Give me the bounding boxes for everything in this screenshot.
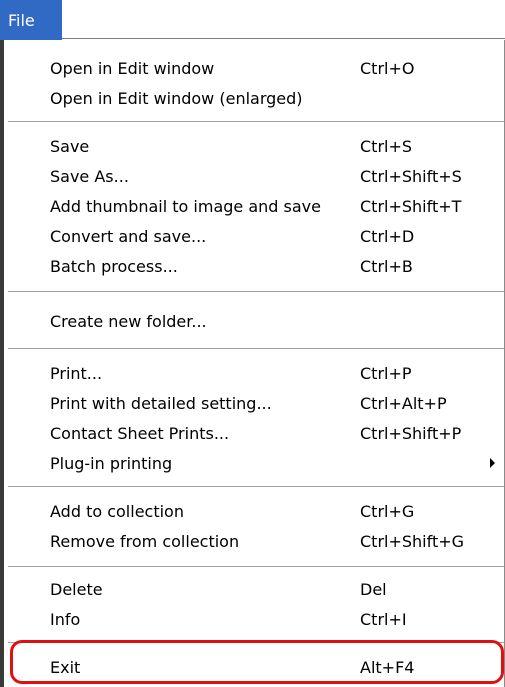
- menu-item-label: Add to collection: [50, 501, 184, 521]
- menu-item-create-new-folder[interactable]: Create new folder...: [4, 306, 504, 336]
- menu-bar: File: [0, 0, 505, 40]
- menu-item-shortcut: Ctrl+D: [360, 226, 415, 246]
- menu-item-shortcut: Ctrl+P: [360, 363, 412, 383]
- menu-item-shortcut: Ctrl+O: [360, 58, 415, 78]
- menu-separator: [8, 348, 504, 350]
- menu-item-shortcut: Ctrl+Shift+G: [360, 531, 465, 551]
- menu-item-shortcut: Ctrl+Shift+P: [360, 423, 462, 443]
- menu-item-shortcut: Ctrl+I: [360, 609, 407, 629]
- submenu-arrow-icon: [490, 458, 495, 468]
- menu-item-exit[interactable]: Exit Alt+F4: [4, 652, 504, 682]
- menu-item-label: Remove from collection: [50, 531, 240, 551]
- menu-item-open-in-edit-window-enlarged[interactable]: Open in Edit window (enlarged): [4, 83, 504, 113]
- menu-item-add-to-collection[interactable]: Add to collection Ctrl+G: [4, 496, 504, 526]
- menu-item-print[interactable]: Print... Ctrl+P: [4, 358, 504, 388]
- menu-item-label: Convert and save...: [50, 226, 207, 246]
- menu-item-label: Exit: [50, 657, 81, 677]
- menu-item-convert-and-save[interactable]: Convert and save... Ctrl+D: [4, 221, 504, 251]
- menu-item-label: Open in Edit window (enlarged): [50, 88, 303, 108]
- menu-separator: [8, 291, 504, 293]
- menu-separator: [8, 642, 504, 644]
- menu-item-label: Info: [50, 609, 81, 629]
- file-menu-label: File: [8, 10, 35, 30]
- menu-separator: [8, 121, 504, 123]
- menu-item-shortcut: Ctrl+Shift+S: [360, 166, 462, 186]
- menu-item-save[interactable]: Save Ctrl+S: [4, 131, 504, 161]
- menu-item-shortcut: Ctrl+S: [360, 136, 413, 156]
- menu-item-plug-in-printing[interactable]: Plug-in printing: [4, 448, 504, 478]
- menu-item-batch-process[interactable]: Batch process... Ctrl+B: [4, 251, 504, 281]
- menu-item-shortcut: Ctrl+G: [360, 501, 415, 521]
- menu-item-label: Contact Sheet Prints...: [50, 423, 230, 443]
- file-menu-tab[interactable]: File: [0, 0, 62, 40]
- menu-item-label: Delete: [50, 579, 103, 599]
- menu-item-label: Save As...: [50, 166, 129, 186]
- menu-item-shortcut: Del: [360, 579, 387, 599]
- menu-item-contact-sheet-prints[interactable]: Contact Sheet Prints... Ctrl+Shift+P: [4, 418, 504, 448]
- menu-item-delete[interactable]: Delete Del: [4, 574, 504, 604]
- menu-item-print-detailed-setting[interactable]: Print with detailed setting... Ctrl+Alt+…: [4, 388, 504, 418]
- menu-item-label: Create new folder...: [50, 311, 207, 331]
- menu-item-save-as[interactable]: Save As... Ctrl+Shift+S: [4, 161, 504, 191]
- menu-item-label: Batch process...: [50, 256, 178, 276]
- menu-item-info[interactable]: Info Ctrl+I: [4, 604, 504, 634]
- menu-item-remove-from-collection[interactable]: Remove from collection Ctrl+Shift+G: [4, 526, 504, 556]
- menu-separator: [8, 486, 504, 488]
- menu-item-shortcut: Ctrl+Alt+P: [360, 393, 447, 413]
- menu-item-shortcut: Alt+F4: [360, 657, 415, 677]
- menu-item-label: Print...: [50, 363, 103, 383]
- file-dropdown-menu: Open in Edit window Ctrl+O Open in Edit …: [0, 40, 505, 687]
- menu-item-open-in-edit-window[interactable]: Open in Edit window Ctrl+O: [4, 53, 504, 83]
- menu-item-shortcut: Ctrl+Shift+T: [360, 196, 462, 216]
- menu-item-add-thumbnail-and-save[interactable]: Add thumbnail to image and save Ctrl+Shi…: [4, 191, 504, 221]
- menu-item-shortcut: Ctrl+B: [360, 256, 413, 276]
- menu-item-label: Plug-in printing: [50, 453, 173, 473]
- menu-item-label: Save: [50, 136, 90, 156]
- menu-item-label: Print with detailed setting...: [50, 393, 272, 413]
- menu-item-label: Open in Edit window: [50, 58, 215, 78]
- menu-bar-divider: [62, 38, 505, 39]
- menu-item-label: Add thumbnail to image and save: [50, 196, 321, 216]
- menu-separator: [8, 566, 504, 568]
